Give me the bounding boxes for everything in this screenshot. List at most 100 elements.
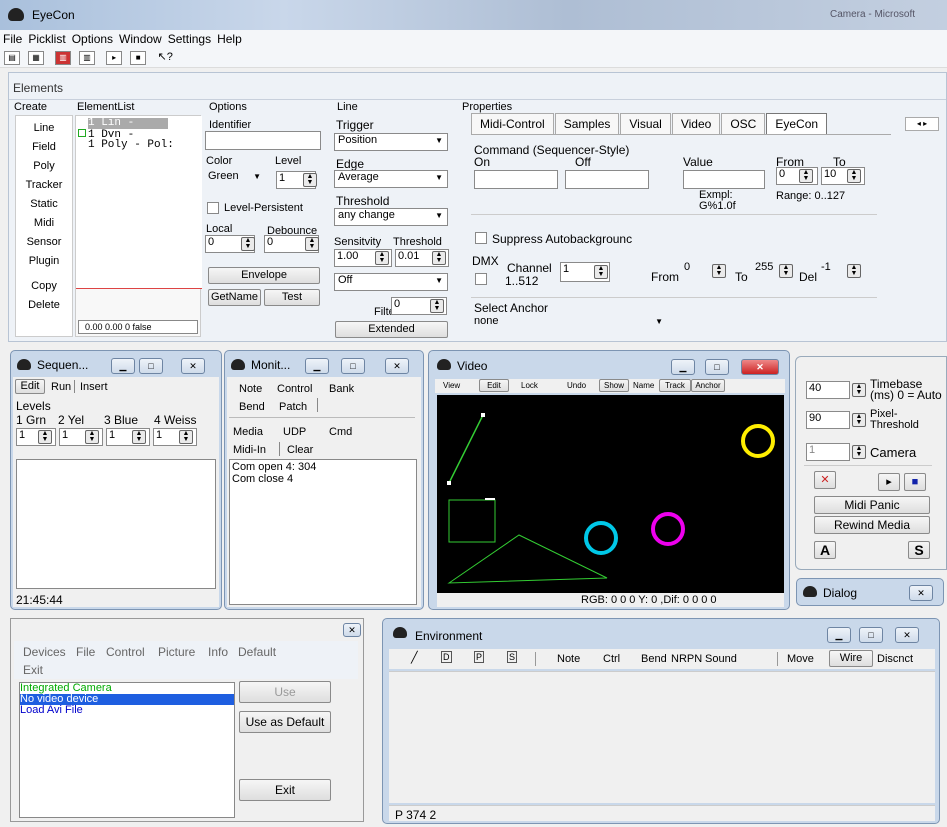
minimize-button[interactable]: ▁ — [111, 358, 135, 374]
create-midi[interactable]: Midi — [15, 214, 73, 233]
pixel-threshold-input[interactable]: 90 — [806, 411, 850, 429]
trigger-select[interactable]: Position — [334, 133, 448, 151]
minimize-button[interactable]: ▁ — [671, 359, 695, 375]
create-plugin[interactable]: Plugin — [15, 252, 73, 271]
cyan-tracker-icon[interactable] — [584, 521, 618, 555]
env-ctrl[interactable]: Ctrl — [603, 653, 620, 665]
monitor-udp[interactable]: UDP — [283, 426, 306, 438]
menu-picture[interactable]: Picture — [158, 645, 195, 659]
maximize-button[interactable]: □ — [705, 359, 729, 375]
create-line[interactable]: Line — [15, 119, 73, 138]
monitor-bank[interactable]: Bank — [329, 383, 354, 395]
line-handle[interactable] — [447, 481, 451, 485]
play-button[interactable]: ▸ — [878, 473, 900, 491]
maximize-button[interactable]: □ — [341, 358, 365, 374]
close-button[interactable]: ✕ — [895, 627, 919, 643]
debounce-spinner[interactable]: ▲ ▼ — [305, 237, 319, 251]
monitor-media[interactable]: Media — [233, 426, 263, 438]
anchor-select[interactable]: none — [471, 315, 667, 333]
clear-video-icon[interactable]: ✕ — [814, 471, 836, 489]
use-button[interactable]: Use — [239, 681, 331, 703]
play-icon[interactable]: ▸ — [106, 51, 123, 65]
midi-panic-button[interactable]: Midi Panic — [814, 496, 930, 514]
level-persistent-checkbox[interactable] — [207, 202, 219, 214]
video-name[interactable]: Name — [633, 381, 654, 390]
video-anchor[interactable]: Anchor — [691, 379, 725, 392]
command-on-input[interactable] — [474, 170, 558, 189]
menu-file[interactable]: File — [76, 645, 95, 659]
video-edit[interactable]: Edit — [479, 379, 509, 392]
env-bend[interactable]: Bend — [641, 653, 667, 665]
timebase-spinner[interactable]: ▲ ▼ — [852, 383, 866, 397]
film-icon[interactable]: ▥ — [55, 51, 72, 65]
tab-eyecon[interactable]: EyeCon — [766, 113, 828, 134]
create-static[interactable]: Static — [15, 195, 73, 214]
channel-spinner[interactable]: ▲ ▼ — [594, 265, 608, 279]
film-gray-icon[interactable]: ▥ — [79, 51, 96, 65]
list-item[interactable]: Load Avi File — [20, 705, 234, 716]
video-lock[interactable]: Lock — [521, 381, 538, 390]
line-tool-icon[interactable]: ╱ — [411, 651, 418, 664]
menu-options[interactable]: Options — [69, 30, 116, 46]
envelope-button[interactable]: Envelope — [208, 267, 320, 284]
edge-select[interactable]: Average — [334, 170, 448, 188]
line-element[interactable] — [448, 414, 484, 484]
close-button[interactable]: ✕ — [385, 358, 409, 374]
extended-button[interactable]: Extended — [335, 321, 448, 338]
menu-control[interactable]: Control — [106, 645, 145, 659]
midi-in-button[interactable]: Midi-In — [233, 444, 266, 456]
del-spinner[interactable]: ▲ ▼ — [847, 264, 861, 278]
video-undo[interactable]: Undo — [567, 381, 586, 390]
camera-input[interactable]: 1 — [806, 443, 850, 461]
menu-file[interactable]: File — [0, 30, 25, 46]
menu-info[interactable]: Info — [208, 645, 228, 659]
stop-icon[interactable]: ■ — [130, 51, 147, 65]
menu-help[interactable]: Help — [214, 30, 245, 46]
menu-settings[interactable]: Settings — [165, 30, 214, 46]
sensitivity-spinner[interactable]: ▲ ▼ — [375, 251, 389, 265]
tab-osc[interactable]: OSC — [721, 113, 766, 134]
create-poly[interactable]: Poly — [15, 157, 73, 176]
minimize-button[interactable]: ▁ — [305, 358, 329, 374]
menu-picklist[interactable]: Picklist — [25, 30, 68, 46]
level-spinner-4[interactable]: ▲ ▼ — [179, 430, 193, 444]
device-tool-icon[interactable]: D — [441, 651, 452, 663]
open-icon[interactable]: ▦ — [28, 51, 44, 65]
from-spinner[interactable]: ▲ ▼ — [799, 169, 813, 183]
timebase-input[interactable]: 40 — [806, 381, 850, 399]
field-element[interactable] — [448, 499, 496, 543]
close-button[interactable]: ✕ — [181, 358, 205, 374]
tab-video[interactable]: Video — [671, 113, 721, 134]
threshold-select[interactable]: any change — [334, 208, 448, 226]
magenta-tracker-icon[interactable] — [651, 512, 685, 546]
monitor-patch[interactable]: Patch — [279, 401, 307, 413]
close-button[interactable]: ✕ — [909, 585, 933, 601]
threshold2-spinner[interactable]: ▲ ▼ — [432, 251, 446, 265]
plugin-tool-icon[interactable]: P — [474, 651, 485, 663]
env-move[interactable]: Move — [787, 653, 814, 665]
get-name-button[interactable]: GetName — [208, 289, 261, 306]
identifier-input[interactable] — [205, 131, 321, 150]
value-input[interactable] — [683, 170, 765, 189]
test-button[interactable]: Test — [264, 289, 320, 306]
exit-button[interactable]: Exit — [239, 779, 331, 801]
tab-insert[interactable]: Insert — [80, 381, 108, 393]
env-wire[interactable]: Wire — [829, 650, 873, 667]
video-view[interactable]: View — [443, 381, 460, 390]
level-spinner-2[interactable]: ▲ ▼ — [85, 430, 99, 444]
menu-window[interactable]: Window — [116, 30, 165, 46]
help-pointer-icon[interactable]: ↖? — [157, 51, 173, 65]
menu-exit[interactable]: Exit — [23, 663, 43, 677]
dmx-from-spinner[interactable]: ▲ ▼ — [712, 264, 726, 278]
monitor-cmd[interactable]: Cmd — [329, 426, 352, 438]
environment-canvas[interactable] — [389, 671, 935, 803]
monitor-bend[interactable]: Bend — [239, 401, 265, 413]
monitor-control[interactable]: Control — [277, 383, 312, 395]
close-button[interactable]: ✕ — [741, 359, 779, 375]
maximize-button[interactable]: □ — [859, 627, 883, 643]
level-spinner[interactable]: ▲ ▼ — [303, 173, 317, 187]
menu-devices[interactable]: Devices — [23, 645, 66, 659]
camera-spinner[interactable]: ▲ ▼ — [852, 445, 866, 459]
create-tracker[interactable]: Tracker — [15, 176, 73, 195]
tab-visual[interactable]: Visual — [620, 113, 671, 134]
